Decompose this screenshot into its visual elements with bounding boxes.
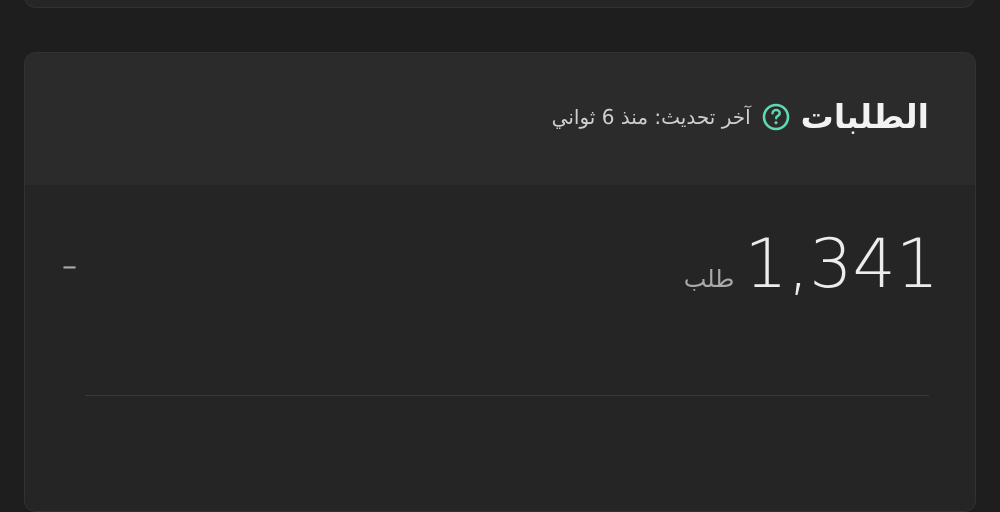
last-updated-text: آخر تحديث: منذ 6 ثواني xyxy=(551,105,751,129)
previous-card-edge xyxy=(24,0,975,8)
request-count: 1,341 طلب xyxy=(684,225,939,305)
requests-card: الطلبات آخر تحديث: منذ 6 ثواني 1,341 طلب… xyxy=(24,52,976,512)
card-title: الطلبات xyxy=(800,97,929,136)
request-count-unit: طلب xyxy=(683,265,735,293)
card-title-row: الطلبات آخر تحديث: منذ 6 ثواني xyxy=(552,97,929,137)
trend-placeholder: – xyxy=(62,249,77,284)
question-circle-icon[interactable] xyxy=(761,102,791,132)
divider xyxy=(85,395,929,396)
card-header: الطلبات آخر تحديث: منذ 6 ثواني xyxy=(25,53,975,185)
card-body: 1,341 طلب – xyxy=(25,185,975,511)
request-count-value: 1,341 xyxy=(744,225,939,304)
